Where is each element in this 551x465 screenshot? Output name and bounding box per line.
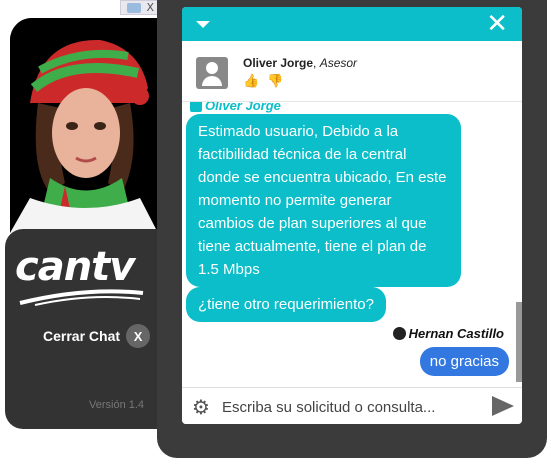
brand-panel: cantv Cerrar Chat X Versión 1.4 <box>5 229 163 429</box>
chat-topbar: ✕ <box>182 7 522 41</box>
agent-message-bubble: ¿tiene otro requerimiento? <box>186 287 386 322</box>
message-input[interactable] <box>220 394 479 420</box>
agent-avatar-icon <box>196 57 228 89</box>
gear-icon[interactable]: ⚙ <box>192 397 212 417</box>
user-icon <box>190 102 202 112</box>
composer: ⚙ <box>182 387 522 424</box>
thumbs-down-icon[interactable]: 👎 <box>267 74 283 89</box>
close-chat-label[interactable]: Cerrar Chat <box>43 328 120 344</box>
thumbs-up-icon[interactable]: 👍 <box>243 74 259 89</box>
ad-choices-icon[interactable] <box>127 3 141 13</box>
close-chat-row[interactable]: Cerrar Chat X <box>43 324 151 348</box>
assistant-avatar-image <box>10 18 158 233</box>
cantv-logo: cantv <box>15 247 145 312</box>
user-sender-label: Hernan Castillo <box>392 326 504 341</box>
close-icon[interactable]: ✕ <box>486 11 508 37</box>
version-label: Versión 1.4 <box>89 399 145 411</box>
message-list[interactable]: Oliver Jorge Estimado usuario, Debido a … <box>182 102 522 387</box>
user-face-icon <box>392 327 406 340</box>
agent-sender-label: Oliver Jorge <box>190 102 281 113</box>
logo-swoosh-icon <box>19 289 144 306</box>
agent-message-bubble: Estimado usuario, Debido a la factibilid… <box>186 114 461 287</box>
rating-buttons: 👍 👎 <box>243 74 283 89</box>
minimize-chevron-icon[interactable] <box>196 21 210 28</box>
agent-role: Asesor <box>319 56 358 70</box>
agent-name-line: Oliver Jorge, Asesor <box>243 56 358 70</box>
logo-text: cantv <box>15 244 135 290</box>
agent-name: Oliver Jorge <box>243 56 314 70</box>
agent-header: Oliver Jorge, Asesor 👍 👎 <box>182 41 522 102</box>
user-message-bubble: no gracias <box>419 347 509 376</box>
close-chat-button[interactable]: X <box>126 324 151 348</box>
ad-close-button[interactable]: X <box>146 1 154 14</box>
send-icon[interactable] <box>492 396 514 416</box>
ad-choices-bar[interactable]: X <box>120 0 158 15</box>
scrollbar[interactable] <box>516 302 522 382</box>
chat-window: ✕ Oliver Jorge, Asesor 👍 👎 Oliver Jorge … <box>182 7 522 424</box>
